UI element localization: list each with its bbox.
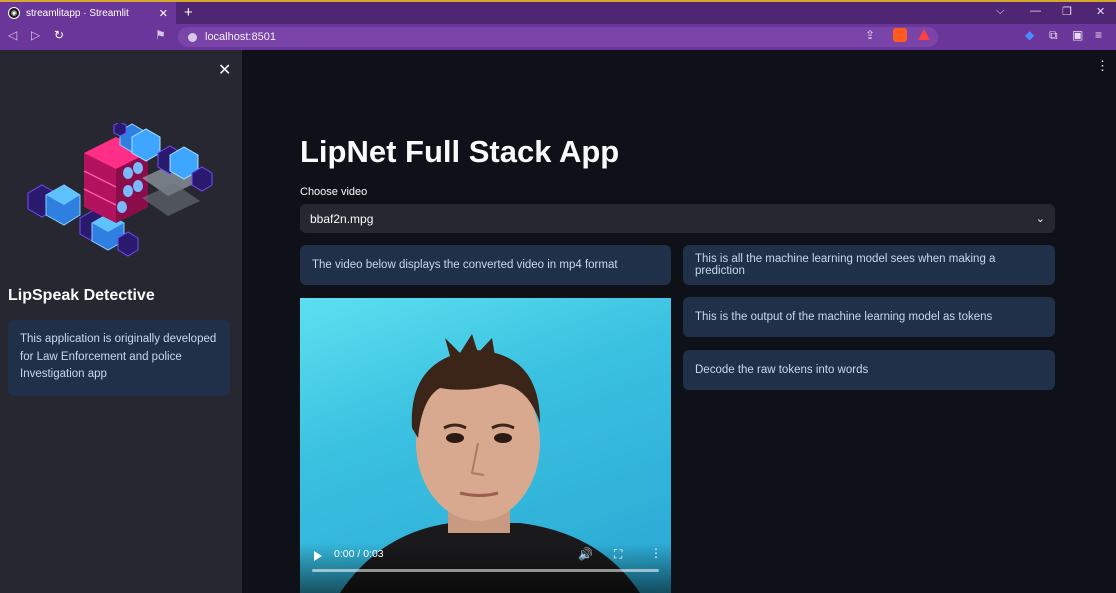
url-text: localhost:8501 xyxy=(205,31,276,43)
forward-icon[interactable]: ▷ xyxy=(31,28,40,42)
extensions-icon[interactable]: ⧉ xyxy=(1049,28,1058,43)
video-select-label: Choose video xyxy=(300,186,368,198)
close-sidebar-icon[interactable]: ✕ xyxy=(218,60,231,80)
vpn-icon[interactable]: ◆ xyxy=(1025,28,1034,42)
video-select-value: bbaf2n.mpg xyxy=(310,211,374,226)
sidebar: ✕ LipSpeak Detective This application is… xyxy=(0,50,242,593)
fullscreen-icon[interactable]: ⛶ xyxy=(614,547,622,562)
volume-icon[interactable]: 🔊 xyxy=(578,547,593,561)
tab-search-icon[interactable]: ⌵ xyxy=(996,5,1004,18)
converted-video-info: The video below displays the converted v… xyxy=(300,245,671,285)
back-icon[interactable]: ◁ xyxy=(8,28,17,42)
nav-bar: ◁ ▷ ↻ ⚑ localhost:8501 ⇪ ◆ ⧉ ▣ ≡ xyxy=(0,24,1116,50)
share-icon[interactable]: ⇪ xyxy=(865,28,875,42)
video-options-icon[interactable]: ⋮ xyxy=(650,546,662,560)
sidebar-info-box: This application is originally developed… xyxy=(8,320,230,396)
video-time: 0:00 / 0:03 xyxy=(334,548,384,560)
video-select[interactable]: bbaf2n.mpg ⌄ xyxy=(300,204,1055,233)
main-menu-icon[interactable]: ⋮ xyxy=(1096,58,1109,74)
video-progress-bar[interactable] xyxy=(312,569,659,572)
video-player[interactable]: 0:00 / 0:03 🔊 ⛶ ⋮ xyxy=(300,298,671,593)
tab-strip: ◉ streamlitapp · Streamlit ✕ + ⌵ — ❐ ✕ xyxy=(0,2,1116,24)
model-input-info: This is all the machine learning model s… xyxy=(683,245,1055,285)
sidebar-toggle-icon[interactable]: ▣ xyxy=(1072,28,1083,42)
tab-title: streamlitapp · Streamlit xyxy=(26,7,129,19)
chevron-down-icon[interactable]: ⌄ xyxy=(1036,212,1045,225)
bookmark-icon[interactable]: ⚑ xyxy=(155,28,166,42)
page-title: LipNet Full Stack App xyxy=(300,134,620,169)
isometric-logo-image xyxy=(27,123,213,257)
brave-shield-icon[interactable] xyxy=(893,28,907,42)
decode-tokens-info: Decode the raw tokens into words xyxy=(683,350,1055,390)
play-icon[interactable] xyxy=(314,551,322,561)
maximize-icon[interactable]: ❐ xyxy=(1062,5,1072,18)
streamlit-favicon-icon: ◉ xyxy=(8,7,20,19)
browser-menu-icon[interactable]: ≡ xyxy=(1095,28,1102,42)
reload-icon[interactable]: ↻ xyxy=(54,28,64,42)
video-controls: 0:00 / 0:03 🔊 ⛶ ⋮ xyxy=(300,543,671,593)
sidebar-title: LipSpeak Detective xyxy=(8,287,155,304)
new-tab-icon[interactable]: + xyxy=(184,4,193,21)
browser-tab[interactable]: ◉ streamlitapp · Streamlit ✕ xyxy=(0,2,176,24)
brave-rewards-icon[interactable] xyxy=(918,29,930,40)
browser-chrome: ◉ streamlitapp · Streamlit ✕ + ⌵ — ❐ ✕ ◁… xyxy=(0,0,1116,50)
close-tab-icon[interactable]: ✕ xyxy=(159,7,168,20)
minimize-icon[interactable]: — xyxy=(1030,5,1041,17)
site-info-icon[interactable] xyxy=(188,32,197,42)
close-window-icon[interactable]: ✕ xyxy=(1096,5,1105,18)
address-bar[interactable]: localhost:8501 xyxy=(178,27,938,47)
model-tokens-info: This is the output of the machine learni… xyxy=(683,297,1055,337)
